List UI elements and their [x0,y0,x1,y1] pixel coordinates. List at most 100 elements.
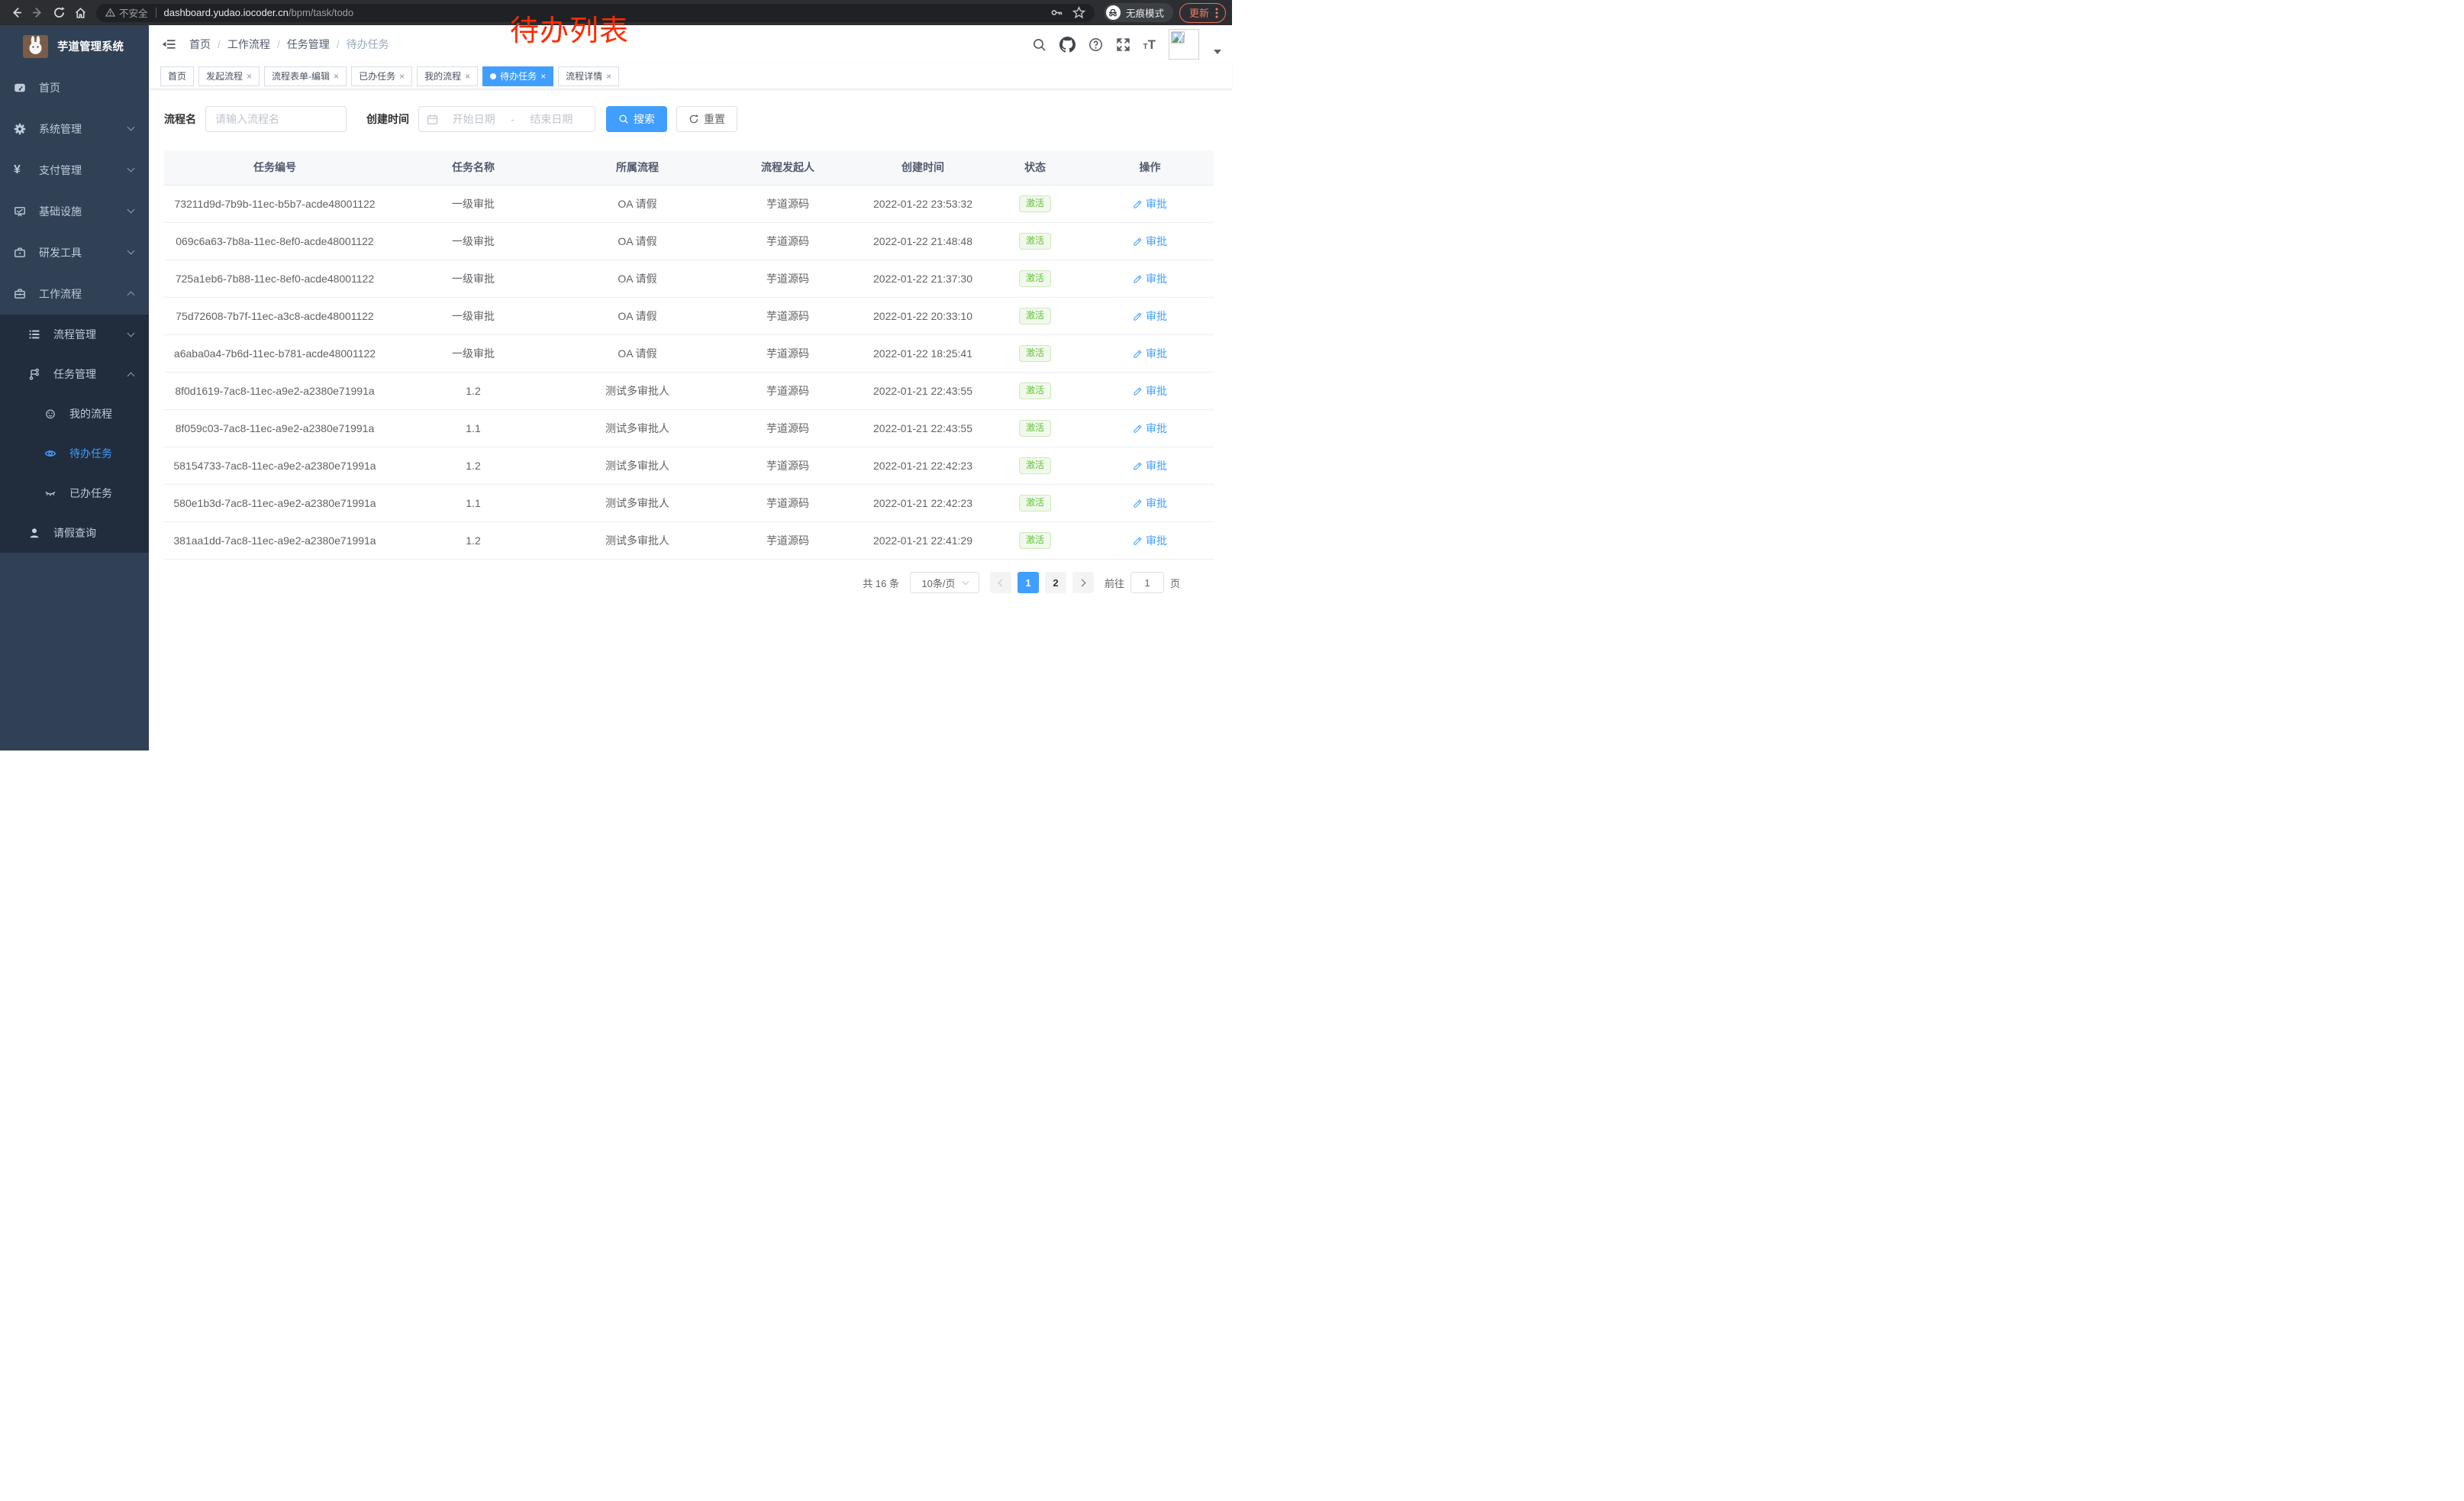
status-badge: 激活 [1019,457,1051,474]
cell-task-id: 580e1b3d-7ac8-11ec-a9e2-a2380e71991a [164,485,385,521]
text-size-icon[interactable]: TT [1143,38,1156,51]
search-icon[interactable] [1032,37,1047,52]
browser-reload-button[interactable] [49,3,69,23]
chevron-up-icon [127,373,135,380]
cell-process: 测试多审批人 [561,373,714,409]
sidebar-item-infrastructure[interactable]: 基础设施 [0,191,149,232]
approve-link[interactable]: 审批 [1133,495,1167,511]
next-page-button[interactable] [1072,572,1094,593]
cell-created: 2022-01-22 20:33:10 [862,298,984,334]
sidebar-item-done-tasks[interactable]: 已办任务 [0,473,149,513]
close-icon[interactable]: × [465,72,470,81]
chevron-right-icon [1079,579,1086,586]
status-badge: 激活 [1019,308,1051,324]
browser-back-button[interactable] [6,3,26,23]
page-unit-label: 页 [1170,576,1180,590]
cell-created: 2022-01-21 22:41:29 [862,522,984,559]
breadcrumb-task-management[interactable]: 任务管理 [287,37,330,52]
tab-my-process[interactable]: 我的流程× [417,66,478,86]
close-icon[interactable]: × [606,72,611,81]
warning-icon [105,8,115,18]
approve-link[interactable]: 审批 [1133,346,1167,361]
chevron-down-icon [127,124,135,131]
avatar[interactable] [1169,29,1199,60]
tab-process-detail[interactable]: 流程详情× [558,66,619,86]
approve-link[interactable]: 审批 [1133,308,1167,324]
cell-task-name: 一级审批 [385,335,561,372]
tab-form-edit[interactable]: 流程表单-编辑× [264,66,347,86]
sidebar-item-my-process[interactable]: 我的流程 [0,394,149,434]
cell-task-id: 381aa1dd-7ac8-11ec-a9e2-a2380e71991a [164,522,385,559]
fullscreen-icon[interactable] [1116,37,1130,52]
app-title: 芋道管理系统 [57,38,124,54]
filter-bar: 流程名 创建时间 开始日期 - 结束日期 搜索 重置 [164,106,1217,132]
table-row: 73211d9d-7b9b-11ec-b5b7-acde48001122 一级审… [164,186,1214,223]
breadcrumb-home[interactable]: 首页 [189,37,211,52]
security-status[interactable]: 不安全 [105,5,148,20]
browser-forward-button[interactable] [27,3,47,23]
sidebar-item-home[interactable]: 首页 [0,67,149,108]
tab-home[interactable]: 首页 [160,66,194,86]
start-date-placeholder: 开始日期 [438,111,509,127]
approve-link[interactable]: 审批 [1133,383,1167,399]
goto-page-input[interactable] [1130,572,1164,593]
cell-task-name: 1.2 [385,522,561,559]
sidebar-item-dev-tools[interactable]: 研发工具 [0,232,149,273]
sidebar-item-task-management[interactable]: 任务管理 [0,354,149,394]
close-icon[interactable]: × [399,72,405,81]
close-icon[interactable]: × [247,72,252,81]
cell-starter: 芋道源码 [714,522,862,559]
cell-task-name: 1.2 [385,447,561,484]
edit-pencil-icon [1133,199,1143,209]
tab-start-process[interactable]: 发起流程× [198,66,260,86]
yen-icon: ¥ [14,164,26,176]
cell-process: OA 请假 [561,335,714,372]
edit-pencil-icon [1133,237,1143,247]
sidebar-collapse-button[interactable] [160,36,177,53]
tab-todo-tasks[interactable]: 待办任务× [482,66,553,86]
close-icon[interactable]: × [334,72,339,81]
sidebar-item-workflow[interactable]: 工作流程 [0,273,149,315]
sidebar-item-payment[interactable]: ¥ 支付管理 [0,150,149,191]
password-key-icon[interactable] [1050,6,1063,19]
sidebar-item-system[interactable]: 系统管理 [0,108,149,150]
cell-task-id: 73211d9d-7b9b-11ec-b5b7-acde48001122 [164,186,385,222]
browser-update-button[interactable]: 更新 [1179,3,1226,23]
help-icon[interactable] [1088,37,1103,52]
cell-process: 测试多审批人 [561,485,714,521]
toolbox-icon [14,247,26,259]
sidebar: 芋道管理系统 首页 系统管理 ¥ 支付管理 基础设施 [0,25,149,750]
search-button[interactable]: 搜索 [606,106,667,132]
approve-link[interactable]: 审批 [1133,533,1167,548]
sidebar-item-leave-query[interactable]: 请假查询 [0,513,149,553]
approve-link[interactable]: 审批 [1133,234,1167,249]
date-range-picker[interactable]: 开始日期 - 结束日期 [418,106,595,132]
bookmark-star-icon[interactable] [1072,6,1085,19]
approve-link[interactable]: 审批 [1133,271,1167,286]
close-icon[interactable]: × [540,72,546,81]
process-name-input[interactable] [205,106,347,132]
page-size-select[interactable]: 10条/页 [910,572,979,593]
browser-home-button[interactable] [70,3,90,23]
breadcrumb-workflow[interactable]: 工作流程 [227,37,270,52]
avatar-dropdown-caret[interactable] [1214,50,1221,54]
tab-done-tasks[interactable]: 已办任务× [351,66,412,86]
prev-page-button[interactable] [990,572,1011,593]
approve-link[interactable]: 审批 [1133,421,1167,436]
cell-created: 2022-01-21 22:43:55 [862,373,984,409]
page-button-1[interactable]: 1 [1018,572,1039,593]
cell-process: 测试多审批人 [561,522,714,559]
address-bar[interactable]: 不安全 dashboard.yudao.iocoder.cn/bpm/task/… [96,4,1095,22]
cell-created: 2022-01-22 18:25:41 [862,335,984,372]
approve-link[interactable]: 审批 [1133,196,1167,211]
browser-menu-icon[interactable] [1215,7,1218,19]
page-button-2[interactable]: 2 [1045,572,1066,593]
cell-task-name: 1.1 [385,485,561,521]
sidebar-item-todo-tasks[interactable]: 待办任务 [0,434,149,473]
active-tab-dot [490,73,496,79]
briefcase-icon [14,288,26,300]
reset-button[interactable]: 重置 [676,106,737,132]
github-icon[interactable] [1059,37,1076,53]
approve-link[interactable]: 审批 [1133,458,1167,473]
sidebar-item-process-management[interactable]: 流程管理 [0,315,149,354]
